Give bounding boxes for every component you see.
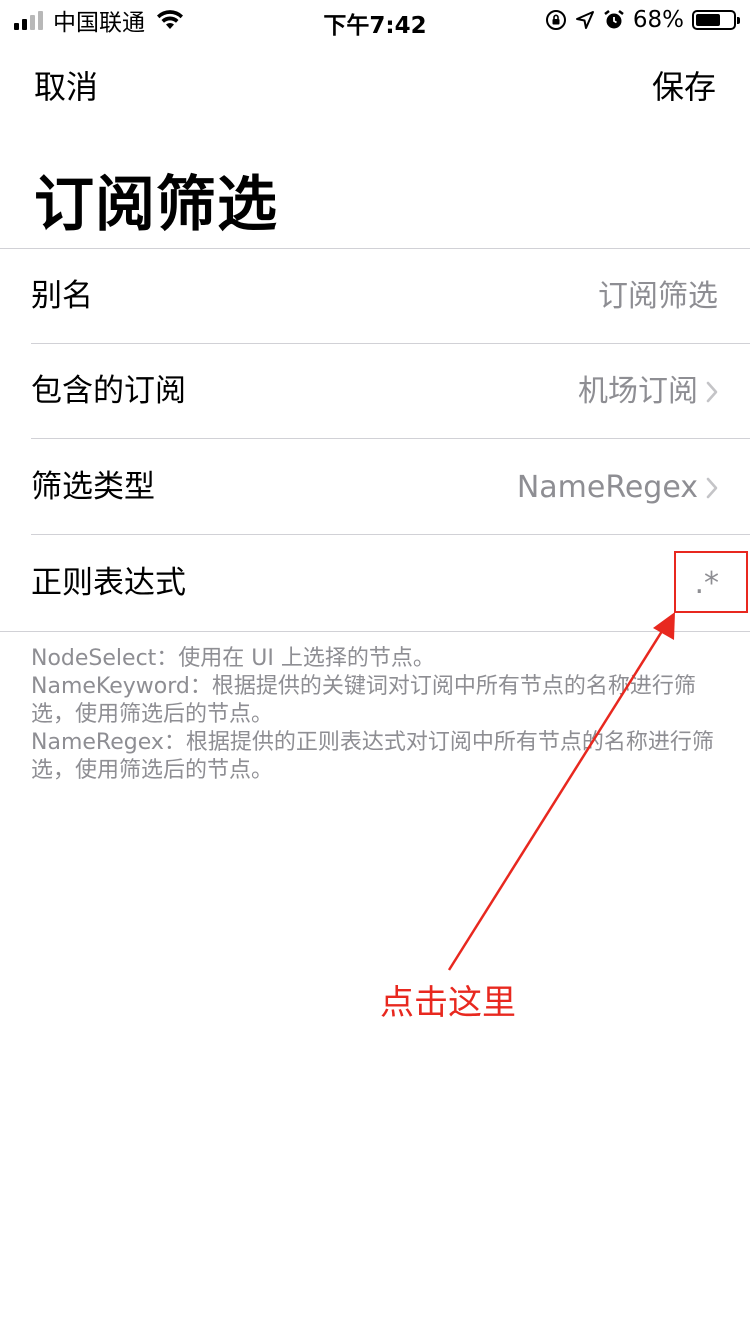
annotation-arrow-icon [447,612,675,971]
annotation-label: 点击这里 [380,983,516,1023]
